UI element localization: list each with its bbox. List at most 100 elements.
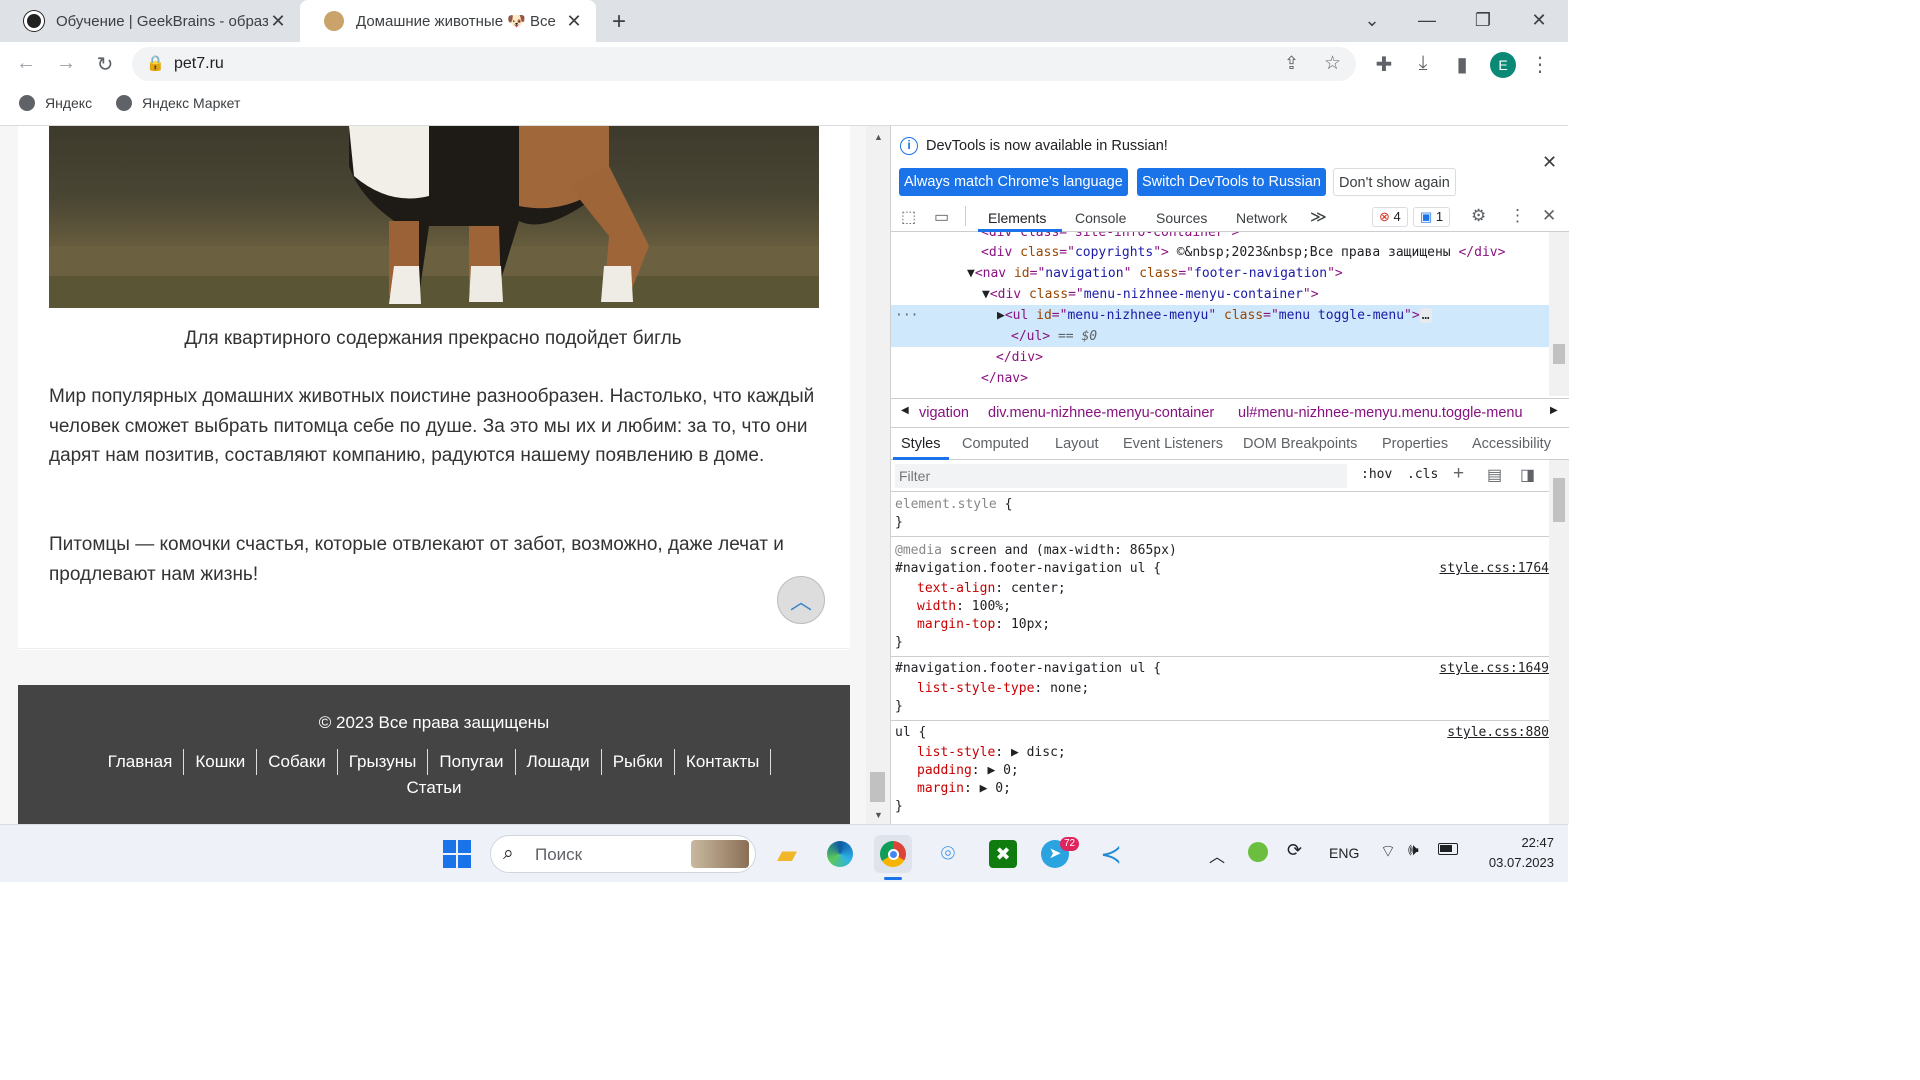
close-devtools-icon[interactable]: ✕ xyxy=(1542,206,1556,226)
footer-link-parrots[interactable]: Попугаи xyxy=(428,749,516,775)
style-declaration[interactable]: list-style-type: none; xyxy=(917,680,1089,698)
download-icon[interactable]: ⤓ xyxy=(1411,52,1435,75)
subtab-event-listeners[interactable]: Event Listeners xyxy=(1123,436,1223,452)
taskbar-search[interactable]: ⌕ Поиск xyxy=(490,835,756,873)
subtab-dom-breakpoints[interactable]: DOM Breakpoints xyxy=(1243,436,1357,452)
breadcrumb-item[interactable]: vigation xyxy=(919,405,969,421)
page-scrollbar[interactable]: ▲ ▼ xyxy=(866,126,890,824)
tab-console[interactable]: Console xyxy=(1075,210,1126,226)
style-declaration[interactable]: list-style: ▶ disc; xyxy=(917,744,1066,762)
bookmark-yandex-market[interactable]: Яндекс Маркет xyxy=(116,95,240,111)
edge-icon[interactable] xyxy=(821,835,859,873)
address-bar[interactable]: 🔒 pet7.ru ⇪ ☆ xyxy=(132,47,1356,81)
scroll-to-top-button[interactable]: ︿ xyxy=(777,576,825,624)
app-icon[interactable]: ⌾ xyxy=(929,835,967,873)
footer-link-rodents[interactable]: Грызуны xyxy=(338,749,429,775)
devtools-menu-icon[interactable]: ⋮ xyxy=(1509,206,1526,226)
subtab-accessibility[interactable]: Accessibility xyxy=(1472,436,1551,452)
bookmark-yandex[interactable]: Яндекс xyxy=(19,95,92,111)
wifi-icon[interactable]: ⌔ xyxy=(1380,841,1396,862)
inspect-element-icon[interactable]: ⬚ xyxy=(901,207,916,227)
style-rule-selector[interactable]: #navigation.footer-navigation ul { xyxy=(895,660,1161,678)
footer-link-fish[interactable]: Рыбки xyxy=(602,749,675,775)
style-rule-selector[interactable]: element.style { xyxy=(895,496,1012,514)
style-rule-selector[interactable]: ul { xyxy=(895,724,926,742)
tray-chevron-up-icon[interactable]: ︿ xyxy=(1209,843,1225,867)
tray-app-icon[interactable] xyxy=(1248,842,1268,862)
style-declaration[interactable]: margin: ▶ 0; xyxy=(917,780,1011,798)
restore-icon[interactable]: ❐ xyxy=(1471,10,1495,31)
breadcrumb-item[interactable]: ul#menu-nizhnee-menyu.menu.toggle-menu xyxy=(1238,405,1523,421)
footer-link-dogs[interactable]: Собаки xyxy=(257,749,338,775)
errors-badge[interactable]: ⊗ 4 xyxy=(1372,207,1408,227)
close-window-icon[interactable]: ✕ xyxy=(1527,10,1551,31)
dom-line[interactable]: <div class="copyrights"> ©&nbsp;2023&nbs… xyxy=(981,242,1505,263)
breadcrumb-right-arrow-icon[interactable]: ▶ xyxy=(1550,405,1558,416)
node-actions-icon[interactable]: ··· xyxy=(895,305,918,326)
style-rule-selector[interactable]: #navigation.footer-navigation ul { xyxy=(895,560,1161,578)
clock[interactable]: 22:47 03.07.2023 xyxy=(1470,833,1554,873)
settings-gear-icon[interactable]: ⚙ xyxy=(1471,206,1486,226)
scroll-down-arrow-icon[interactable]: ▼ xyxy=(874,810,883,820)
dom-line-selected[interactable]: </ul> == $0 xyxy=(1011,326,1097,347)
windows-start-icon[interactable] xyxy=(438,835,476,873)
bookmark-star-icon[interactable]: ☆ xyxy=(1324,52,1341,75)
battery-icon[interactable] xyxy=(1438,843,1458,855)
always-match-language-button[interactable]: Always match Chrome's language xyxy=(899,168,1128,196)
share-icon[interactable]: ⇪ xyxy=(1284,53,1299,74)
subtab-layout[interactable]: Layout xyxy=(1055,436,1099,452)
tab-elements[interactable]: Elements xyxy=(988,210,1046,226)
style-declaration[interactable]: text-align: center; xyxy=(917,580,1066,598)
profile-avatar[interactable]: E xyxy=(1490,52,1516,78)
xbox-icon[interactable]: ✖ xyxy=(984,835,1022,873)
breadcrumb-item[interactable]: div.menu-nizhnee-menyu-container xyxy=(988,405,1214,421)
close-infobar-icon[interactable]: ✕ xyxy=(1542,152,1557,173)
tab-search-icon[interactable]: ⌄ xyxy=(1360,10,1384,31)
scrollbar-thumb[interactable] xyxy=(1553,344,1565,364)
tray-sync-icon[interactable]: ⟳ xyxy=(1287,840,1302,861)
chrome-icon[interactable] xyxy=(874,835,912,873)
footer-link-articles[interactable]: Статьи xyxy=(395,775,472,801)
subtab-styles[interactable]: Styles xyxy=(901,436,941,452)
new-style-rule-icon[interactable]: + xyxy=(1453,463,1464,485)
menu-kebab-icon[interactable]: ⋮ xyxy=(1528,52,1552,77)
switch-to-russian-button[interactable]: Switch DevTools to Russian xyxy=(1137,168,1326,196)
dom-scrollbar[interactable] xyxy=(1549,232,1569,396)
toggle-sidebar-icon[interactable]: ◨ xyxy=(1520,465,1535,485)
subtab-properties[interactable]: Properties xyxy=(1382,436,1448,452)
footer-link-home[interactable]: Главная xyxy=(97,749,185,775)
style-source-link[interactable]: style.css:1764 xyxy=(1439,560,1549,578)
extensions-icon[interactable]: ✚ xyxy=(1372,52,1396,77)
dom-line[interactable]: ▼<nav id="navigation" class="footer-navi… xyxy=(967,263,1343,284)
device-toolbar-icon[interactable]: ▭ xyxy=(934,207,949,227)
dom-line[interactable]: </nav> xyxy=(981,368,1028,389)
forward-icon[interactable]: → xyxy=(54,52,78,75)
tab-sources[interactable]: Sources xyxy=(1156,210,1207,226)
styles-filter-input[interactable] xyxy=(895,464,1347,488)
dom-line[interactable]: ▼<div class="menu-nizhnee-menyu-containe… xyxy=(982,284,1319,305)
close-tab-icon[interactable]: ✕ xyxy=(268,11,288,31)
style-source-link[interactable]: style.css:1649 xyxy=(1439,660,1549,678)
style-source-link[interactable]: style.css:880 xyxy=(1447,724,1549,742)
tab-network[interactable]: Network xyxy=(1236,210,1287,226)
more-tabs-icon[interactable]: ≫ xyxy=(1310,207,1327,227)
paint-brush-icon[interactable]: ▤ xyxy=(1487,465,1502,485)
style-declaration[interactable]: width: 100%; xyxy=(917,598,1011,616)
file-explorer-icon[interactable]: ▰ xyxy=(768,835,806,873)
minimize-icon[interactable]: — xyxy=(1415,10,1439,31)
styles-scrollbar[interactable] xyxy=(1549,460,1569,824)
subtab-computed[interactable]: Computed xyxy=(962,436,1029,452)
dom-line[interactable]: </div> xyxy=(996,347,1043,368)
tab-geekbrains[interactable]: Обучение | GeekBrains - образо ✕ xyxy=(0,0,300,42)
language-indicator[interactable]: ENG xyxy=(1329,845,1359,861)
footer-link-contacts[interactable]: Контакты xyxy=(675,749,772,775)
scrollbar-thumb[interactable] xyxy=(870,772,885,802)
style-declaration[interactable]: margin-top: 10px; xyxy=(917,616,1050,634)
hov-toggle[interactable]: :hov xyxy=(1361,467,1392,482)
footer-link-cats[interactable]: Кошки xyxy=(184,749,258,775)
scrollbar-thumb[interactable] xyxy=(1553,478,1565,522)
new-tab-button[interactable]: + xyxy=(612,8,626,36)
side-panel-icon[interactable]: ▮ xyxy=(1450,52,1474,77)
close-tab-icon[interactable]: ✕ xyxy=(564,11,584,31)
dom-line-selected[interactable]: ▶<ul id="menu-nizhnee-menyu" class="menu… xyxy=(997,305,1432,326)
